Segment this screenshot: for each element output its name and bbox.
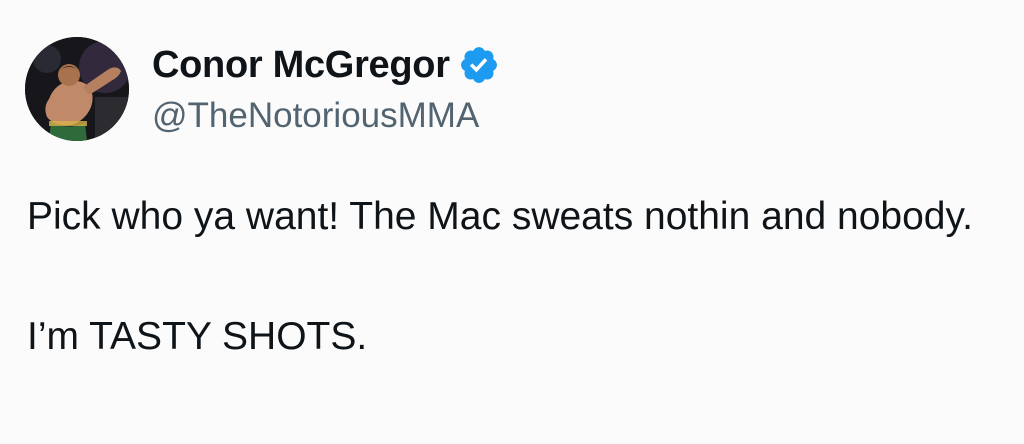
- author-name-row: Conor McGregor: [152, 41, 500, 89]
- tweet-text-paragraph: I’m TASTY SHOTS.: [27, 315, 368, 358]
- avatar[interactable]: [25, 37, 129, 141]
- avatar-image: [25, 37, 129, 141]
- author-display-name[interactable]: Conor McGregor: [152, 41, 450, 89]
- tweet-card: Conor McGregor @TheNotoriousMMA Pick who…: [0, 0, 1024, 444]
- tweet-text-paragraph: Pick who ya want! The Mac sweats nothin …: [27, 195, 973, 238]
- verified-badge-icon[interactable]: [458, 44, 500, 86]
- author-handle[interactable]: @TheNotoriousMMA: [152, 94, 479, 138]
- tweet-text: Pick who ya want! The Mac sweats nothin …: [27, 187, 987, 367]
